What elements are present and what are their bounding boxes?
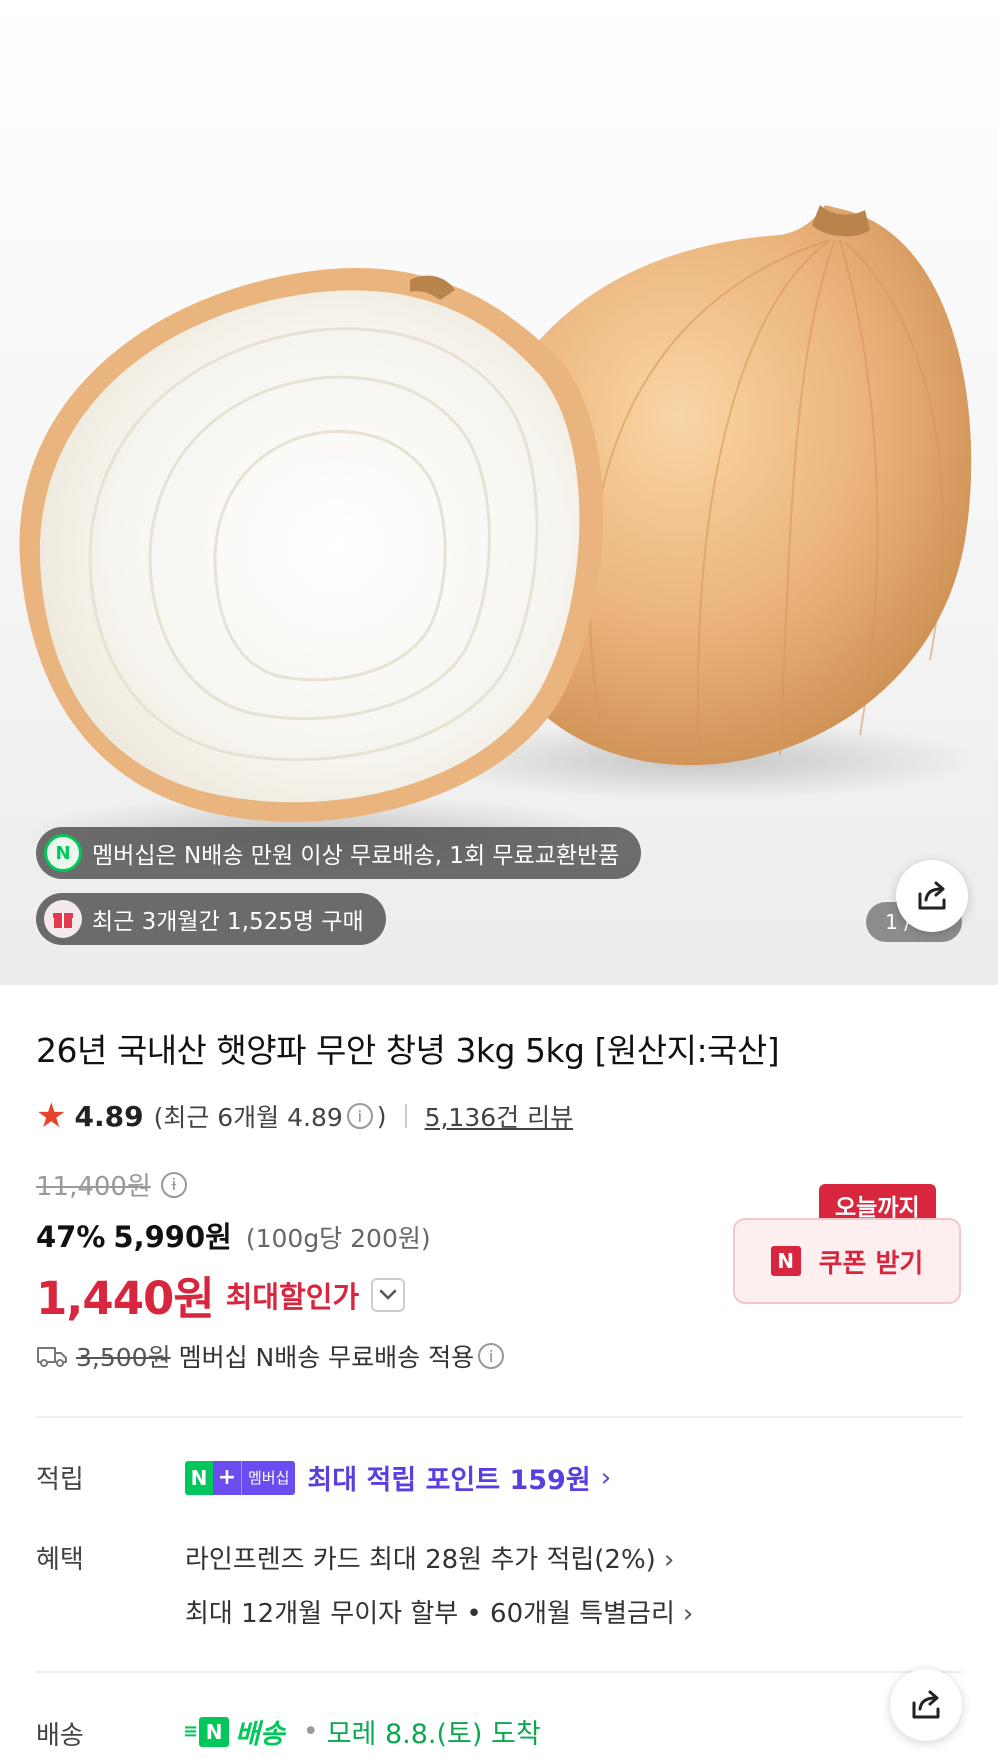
coupon-download-button[interactable]: N 쿠폰 받기 — [733, 1218, 961, 1304]
rating-row: ★ 4.89 (최근 6개월 4.89 i ) 5,136건 리뷰 — [36, 1098, 573, 1134]
divider — [36, 1416, 962, 1418]
n-delivery-logo: ≡ N 배송 — [183, 1712, 285, 1751]
naver-n-icon: N — [199, 1716, 230, 1747]
info-icon[interactable]: i — [346, 1103, 373, 1129]
arrival-date: 모레 8.8.(토) 도착 — [326, 1719, 541, 1750]
sale-price: 5,990원 — [113, 1220, 232, 1254]
rating-score: 4.89 — [74, 1099, 144, 1133]
divider — [404, 1104, 407, 1128]
original-price: 11,400원 — [36, 1172, 151, 1202]
original-price-row: 11,400원 i — [36, 1166, 191, 1203]
installment-benefit-link[interactable]: 최대 12개월 무이자 할부 • 60개월 특별금리 › — [185, 1593, 693, 1630]
n-delivery-icon: N — [44, 834, 82, 872]
naver-plus-membership-badge: N + 멤버십 — [185, 1460, 296, 1495]
naver-n-icon: N — [770, 1246, 801, 1276]
price-info-icon[interactable]: i — [160, 1171, 187, 1198]
chevron-right-icon: › — [682, 1599, 694, 1629]
benefit-label: 혜택 — [36, 1545, 84, 1575]
coupon-button-label: 쿠폰 받기 — [818, 1248, 924, 1279]
unit-price: (100g당 200원) — [245, 1224, 431, 1253]
share-icon — [918, 881, 946, 910]
membership-banner[interactable]: N 멤버십은 N배송 만원 이상 무료배송, 1회 무료교환반품 — [36, 827, 642, 879]
final-price-row[interactable]: 1,440원 최대할인가 — [36, 1262, 406, 1327]
shipping-info-icon[interactable]: i — [478, 1343, 505, 1369]
chevron-right-icon: › — [663, 1545, 675, 1575]
n-delivery-text: 배송 — [235, 1719, 285, 1750]
final-price: 1,440원 — [36, 1272, 215, 1325]
truck-icon — [37, 1347, 67, 1367]
final-price-label: 최대할인가 — [225, 1279, 360, 1314]
shipping-fee-row: 3,500원 멤버십 N배송 무료배송 적용 i — [36, 1338, 508, 1374]
star-icon: ★ — [36, 1096, 67, 1136]
chevron-down-icon[interactable] — [371, 1277, 406, 1312]
divider — [36, 1671, 962, 1673]
shipping-info: ≡ N 배송 • 모레 8.8.(토) 도착 — [183, 1712, 541, 1751]
membership-banner-text: 멤버십은 N배송 만원 이상 무료배송, 1회 무료교환반품 — [92, 843, 620, 869]
product-title: 26년 국내산 햇양파 무안 창녕 3kg 5kg [원산지:국산] — [36, 1031, 780, 1070]
separator-dot: • — [302, 1716, 319, 1747]
share-button[interactable] — [896, 860, 968, 932]
card-benefit-text: 라인프렌즈 카드 최대 28원 추가 적립(2%) — [185, 1545, 656, 1575]
installment-benefit-text: 최대 12개월 무이자 할부 • 60개월 특별금리 — [185, 1599, 675, 1629]
floating-share-button[interactable] — [890, 1669, 962, 1741]
shipping-original-fee: 3,500원 — [76, 1343, 171, 1372]
rating-recent: (최근 6개월 4.89 — [153, 1103, 343, 1132]
shipping-label: 배송 — [36, 1721, 84, 1751]
chevron-right-icon: › — [600, 1462, 612, 1493]
card-benefit-link[interactable]: 라인프렌즈 카드 최대 28원 추가 적립(2%) › — [185, 1539, 674, 1576]
points-text: 최대 적립 포인트 159원 — [307, 1465, 591, 1496]
discount-row: 47% 5,990원 (100g당 200원) — [36, 1214, 431, 1256]
recent-purchase-banner: 최근 3개월간 1,525명 구매 — [36, 893, 386, 945]
recent-purchase-text: 최근 3개월간 1,525명 구매 — [92, 909, 364, 935]
points-row[interactable]: N + 멤버십 최대 적립 포인트 159원 › — [185, 1458, 611, 1497]
share-icon — [912, 1690, 940, 1719]
shipping-fee-text: 멤버십 N배송 무료배송 적용 — [178, 1343, 475, 1372]
points-label: 적립 — [36, 1465, 84, 1495]
discount-rate: 47% — [36, 1220, 106, 1254]
rating-recent-close: ) — [376, 1101, 387, 1131]
speed-lines-icon: ≡ — [183, 1721, 198, 1742]
review-count-link[interactable]: 5,136건 리뷰 — [425, 1098, 574, 1134]
product-image[interactable]: N 멤버십은 N배송 만원 이상 무료배송, 1회 무료교환반품 최근 3개월간… — [0, 0, 998, 985]
gift-box-icon — [44, 900, 82, 938]
